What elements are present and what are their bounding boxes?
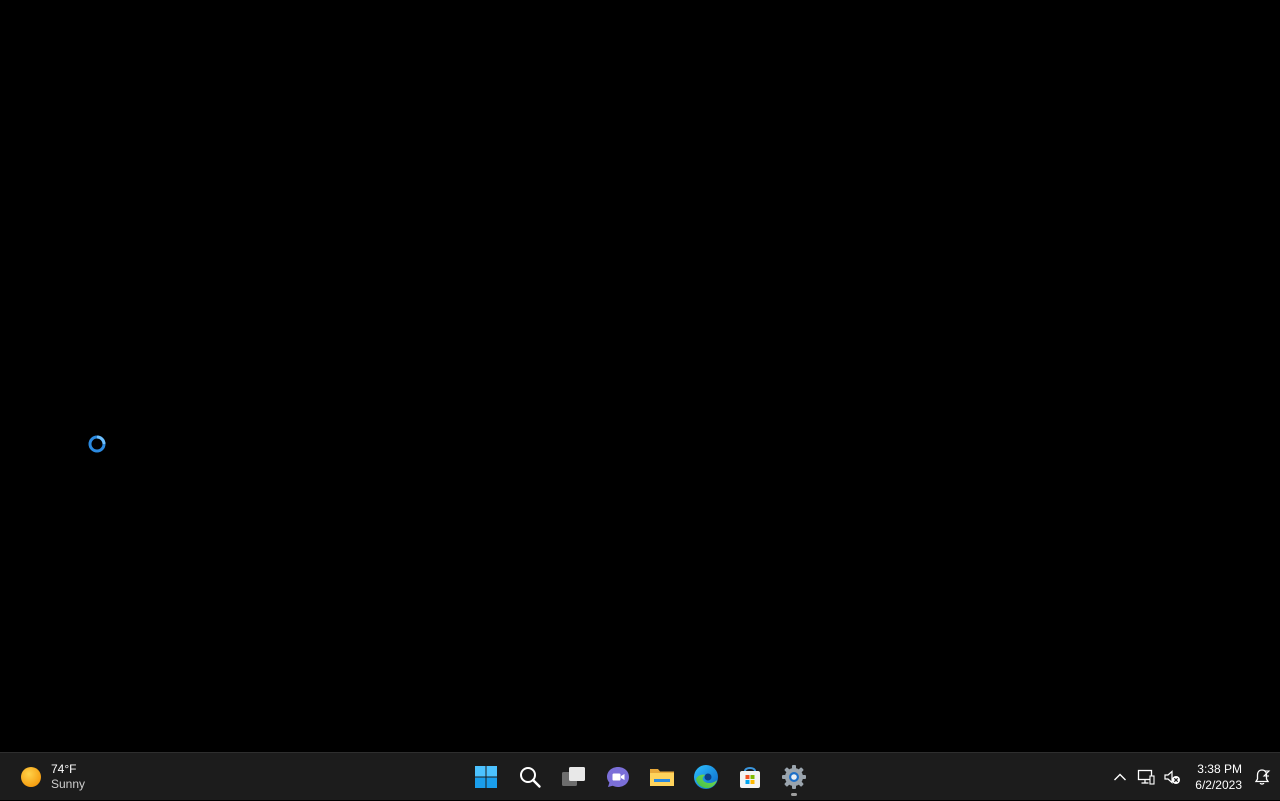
weather-condition: Sunny	[51, 777, 86, 791]
search-button[interactable]	[510, 757, 550, 797]
task-view-icon	[562, 767, 585, 786]
store-icon	[740, 767, 760, 788]
file-explorer-button[interactable]	[642, 757, 682, 797]
clock-button[interactable]: 3:38 PM 6/2/2023	[1195, 761, 1242, 793]
chevron-up-icon	[1114, 773, 1127, 781]
taskbar: 74°F Sunny 3:38 PM 6/2/2023	[0, 752, 1280, 800]
network-icon	[1138, 769, 1155, 785]
volume-button[interactable]	[1159, 757, 1185, 797]
busy-cursor-icon	[88, 435, 106, 453]
settings-button[interactable]	[774, 757, 814, 797]
system-tray: 3:38 PM 6/2/2023	[1107, 753, 1280, 801]
notifications-button[interactable]	[1248, 757, 1276, 797]
chat-button[interactable]	[598, 757, 638, 797]
folder-icon	[650, 769, 674, 786]
edge-icon	[694, 765, 718, 789]
settings-gear-icon	[782, 765, 806, 789]
sun-icon	[21, 767, 41, 787]
volume-muted-icon	[1164, 770, 1181, 784]
clock-time: 3:38 PM	[1197, 762, 1242, 776]
task-view-button[interactable]	[554, 757, 594, 797]
windows-start-icon	[475, 766, 497, 788]
teams-chat-icon	[607, 767, 629, 787]
network-button[interactable]	[1133, 757, 1159, 797]
store-button[interactable]	[730, 757, 770, 797]
taskbar-apps	[464, 753, 816, 801]
edge-button[interactable]	[686, 757, 726, 797]
show-hidden-icons-button[interactable]	[1107, 757, 1133, 797]
start-button[interactable]	[466, 757, 506, 797]
weather-widget[interactable]: 74°F Sunny	[12, 753, 102, 801]
desktop[interactable]	[0, 0, 1280, 752]
search-icon	[520, 767, 541, 788]
weather-temperature: 74°F	[51, 762, 77, 776]
running-indicator	[791, 793, 797, 796]
notification-bell-icon	[1254, 769, 1271, 785]
clock-date: 6/2/2023	[1195, 778, 1242, 792]
